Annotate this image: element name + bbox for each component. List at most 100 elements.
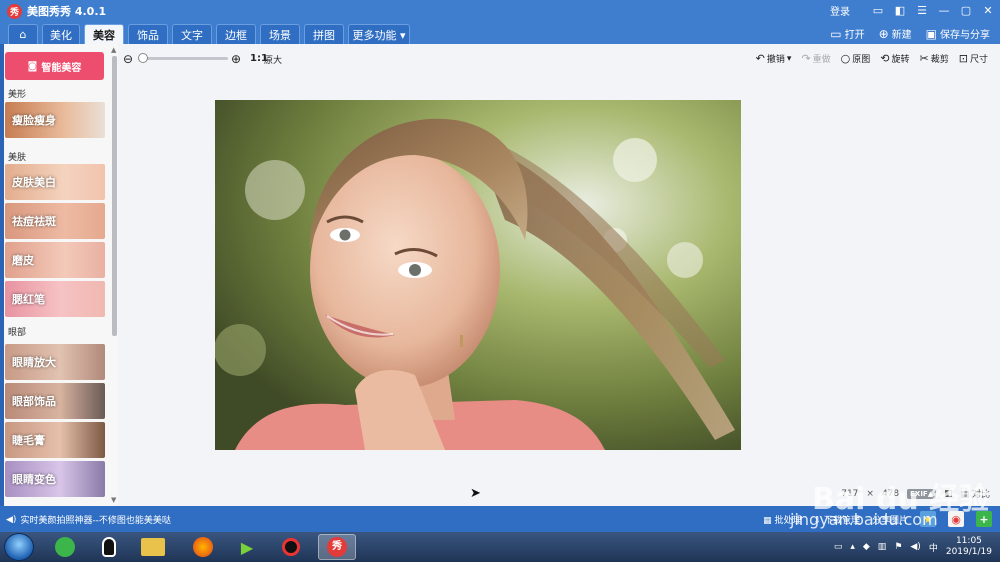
taskbar-firefox-icon[interactable] bbox=[184, 534, 222, 560]
feature-eye-color[interactable]: 眼睛变色 bbox=[5, 461, 105, 497]
promo-banner[interactable]: ◀) 实时美颜拍照神器--不修图也能美美哒 bbox=[6, 513, 171, 527]
save-share-button[interactable]: ▣ 保存与分享 bbox=[925, 26, 990, 42]
smart-beauty-button[interactable]: ◙ 智能美容 bbox=[5, 52, 104, 80]
tray-app-icon[interactable]: ◆ bbox=[863, 542, 870, 552]
batch-label: 批处理 bbox=[774, 515, 802, 526]
download-manager-button[interactable]: ⇩ 下载管理 bbox=[814, 513, 860, 526]
tab-beauty[interactable]: 美容 bbox=[84, 24, 124, 44]
star-icon[interactable]: ★ bbox=[920, 511, 936, 527]
tab-scenes[interactable]: 场景 bbox=[260, 24, 300, 44]
taskbar-meitu-icon[interactable]: 秀 bbox=[318, 534, 356, 560]
tray-keyboard-icon[interactable]: ▭ bbox=[834, 542, 843, 552]
undo-dropdown-icon[interactable]: ▾ bbox=[787, 54, 792, 64]
compare-button[interactable]: ▤ 对比 bbox=[961, 487, 990, 500]
image-info-bar: 717 × 478 EXIF▲ ◧ ▤ 对比 bbox=[841, 487, 990, 500]
feature-label: 睫毛膏 bbox=[12, 434, 45, 447]
speaker-icon: ◀) bbox=[6, 514, 17, 525]
undo-button[interactable]: ↶ 撤销 ▾ bbox=[756, 52, 792, 65]
portrait-image bbox=[215, 100, 741, 450]
section-shape: 美形 bbox=[8, 90, 27, 100]
close-button[interactable]: ✕ bbox=[980, 2, 996, 18]
clock-date: 2019/1/19 bbox=[945, 547, 992, 557]
original-label: 原图 bbox=[852, 55, 871, 65]
plus-circle-icon: ⊕ bbox=[878, 26, 889, 41]
record-icon bbox=[282, 538, 300, 556]
crop-button[interactable]: ✂ 裁剪 bbox=[920, 52, 949, 65]
tab-frames[interactable]: 边框 bbox=[216, 24, 256, 44]
skin-icon[interactable]: ◧ bbox=[892, 2, 908, 18]
dimension-separator: × bbox=[866, 488, 874, 499]
share-image-button[interactable]: 分享图片 bbox=[872, 513, 908, 526]
feature-label: 眼睛放大 bbox=[12, 356, 56, 369]
split-view-icon[interactable]: ◧ bbox=[944, 489, 953, 499]
feature-label: 腮红笔 bbox=[12, 293, 45, 306]
firefox-icon bbox=[193, 537, 213, 557]
taskbar-video-icon[interactable]: ▶ bbox=[228, 534, 266, 560]
tab-more-features[interactable]: 更多功能 ▾ bbox=[348, 24, 410, 44]
feature-eye-accessories[interactable]: 眼部饰品 bbox=[5, 383, 105, 419]
tray-volume-icon[interactable]: ◀) bbox=[910, 542, 920, 552]
original-size-button[interactable]: 原大 bbox=[264, 53, 282, 66]
rotate-button[interactable]: ⟲ 旋转 bbox=[880, 52, 909, 65]
new-button[interactable]: ⊕ 新建 bbox=[878, 26, 912, 42]
feature-blush-pen[interactable]: 腮红笔 bbox=[5, 281, 105, 317]
tab-text[interactable]: 文字 bbox=[172, 24, 212, 44]
login-link[interactable]: 登录 bbox=[830, 3, 850, 18]
tray-network-icon[interactable]: ▥ bbox=[878, 542, 887, 552]
save-label: 保存与分享 bbox=[940, 30, 990, 41]
home-tab[interactable]: ⌂ bbox=[8, 24, 38, 44]
zoom-slider-knob[interactable] bbox=[138, 53, 148, 63]
tab-beautify[interactable]: 美化 bbox=[42, 24, 80, 44]
edited-photo[interactable] bbox=[215, 100, 741, 450]
download-label: 下载管理 bbox=[823, 515, 860, 526]
folder-icon: ▭ bbox=[830, 26, 842, 41]
taskbar-qq-icon[interactable] bbox=[90, 534, 128, 560]
original-button[interactable]: ○ 原图 bbox=[841, 52, 871, 65]
scroll-down-arrow[interactable]: ▼ bbox=[111, 496, 116, 504]
redo-button[interactable]: ↷ 重做 bbox=[801, 52, 830, 65]
size-button[interactable]: ⊡ 尺寸 bbox=[959, 52, 988, 65]
exif-button[interactable]: EXIF▲ bbox=[907, 488, 937, 499]
taskbar-recorder-icon[interactable] bbox=[272, 534, 310, 560]
feature-skin-whitening[interactable]: 皮肤美白 bbox=[5, 164, 105, 200]
menu-icon[interactable]: ☰ bbox=[914, 2, 930, 18]
feature-acne-removal[interactable]: 祛痘祛斑 bbox=[5, 203, 105, 239]
feature-slim-face[interactable]: 瘦脸瘦身 bbox=[5, 102, 105, 138]
green-refresh-icon bbox=[55, 537, 75, 557]
rotate-icon: ⟲ bbox=[880, 52, 890, 65]
taskbar-explorer-icon[interactable] bbox=[134, 534, 172, 560]
system-clock[interactable]: 11:05 2019/1/19 bbox=[946, 536, 992, 558]
open-button[interactable]: ▭ 打开 bbox=[830, 26, 864, 42]
tray-flag-icon[interactable]: ⚑ bbox=[894, 542, 902, 552]
undo-icon: ↶ bbox=[755, 52, 765, 65]
tab-collage[interactable]: 拼图 bbox=[304, 24, 344, 44]
feature-eye-enlarge[interactable]: 眼睛放大 bbox=[5, 344, 105, 380]
panel-scrollbar[interactable] bbox=[112, 56, 117, 336]
tab-accessories[interactable]: 饰品 bbox=[128, 24, 168, 44]
scroll-up-arrow[interactable]: ▲ bbox=[111, 46, 116, 54]
tab-bar: ⌂ 美化 美容 饰品 文字 边框 场景 拼图 更多功能 ▾ ▭ 打开 ⊕ 新建 … bbox=[0, 22, 1000, 44]
start-button[interactable] bbox=[4, 533, 34, 561]
status-bar: ◀) 实时美颜拍照神器--不修图也能美美哒 ▦ 批处理 ⇩ 下载管理 分享图片 … bbox=[0, 506, 1000, 532]
app-logo-icon: 秀 bbox=[7, 3, 22, 19]
tray-up-icon[interactable]: ▴ bbox=[850, 542, 855, 552]
zoom-out-icon[interactable]: ⊖ bbox=[123, 52, 133, 66]
undo-label: 撤销 bbox=[766, 55, 785, 65]
feedback-icon[interactable]: ▭ bbox=[870, 2, 886, 18]
crop-label: 裁剪 bbox=[930, 55, 949, 65]
tray-ime-icon[interactable]: 中 bbox=[929, 541, 938, 554]
add-icon[interactable]: + bbox=[976, 511, 992, 527]
mouse-cursor-icon: ➤ bbox=[470, 486, 481, 501]
taskbar-browser-icon[interactable] bbox=[46, 534, 84, 560]
minimize-button[interactable]: — bbox=[936, 2, 952, 18]
save-icon: ▣ bbox=[925, 26, 937, 41]
zoom-in-icon[interactable]: ⊕ bbox=[231, 52, 241, 66]
batch-process-button[interactable]: ▦ 批处理 bbox=[763, 513, 801, 526]
maximize-button[interactable]: ▢ bbox=[958, 2, 974, 18]
feature-mascara[interactable]: 睫毛膏 bbox=[5, 422, 105, 458]
feature-label: 瘦脸瘦身 bbox=[12, 114, 56, 127]
feature-smoothing[interactable]: 磨皮 bbox=[5, 242, 105, 278]
zoom-slider[interactable] bbox=[140, 57, 228, 60]
rotate-label: 旋转 bbox=[891, 55, 910, 65]
weibo-icon[interactable]: ◉ bbox=[948, 511, 964, 527]
